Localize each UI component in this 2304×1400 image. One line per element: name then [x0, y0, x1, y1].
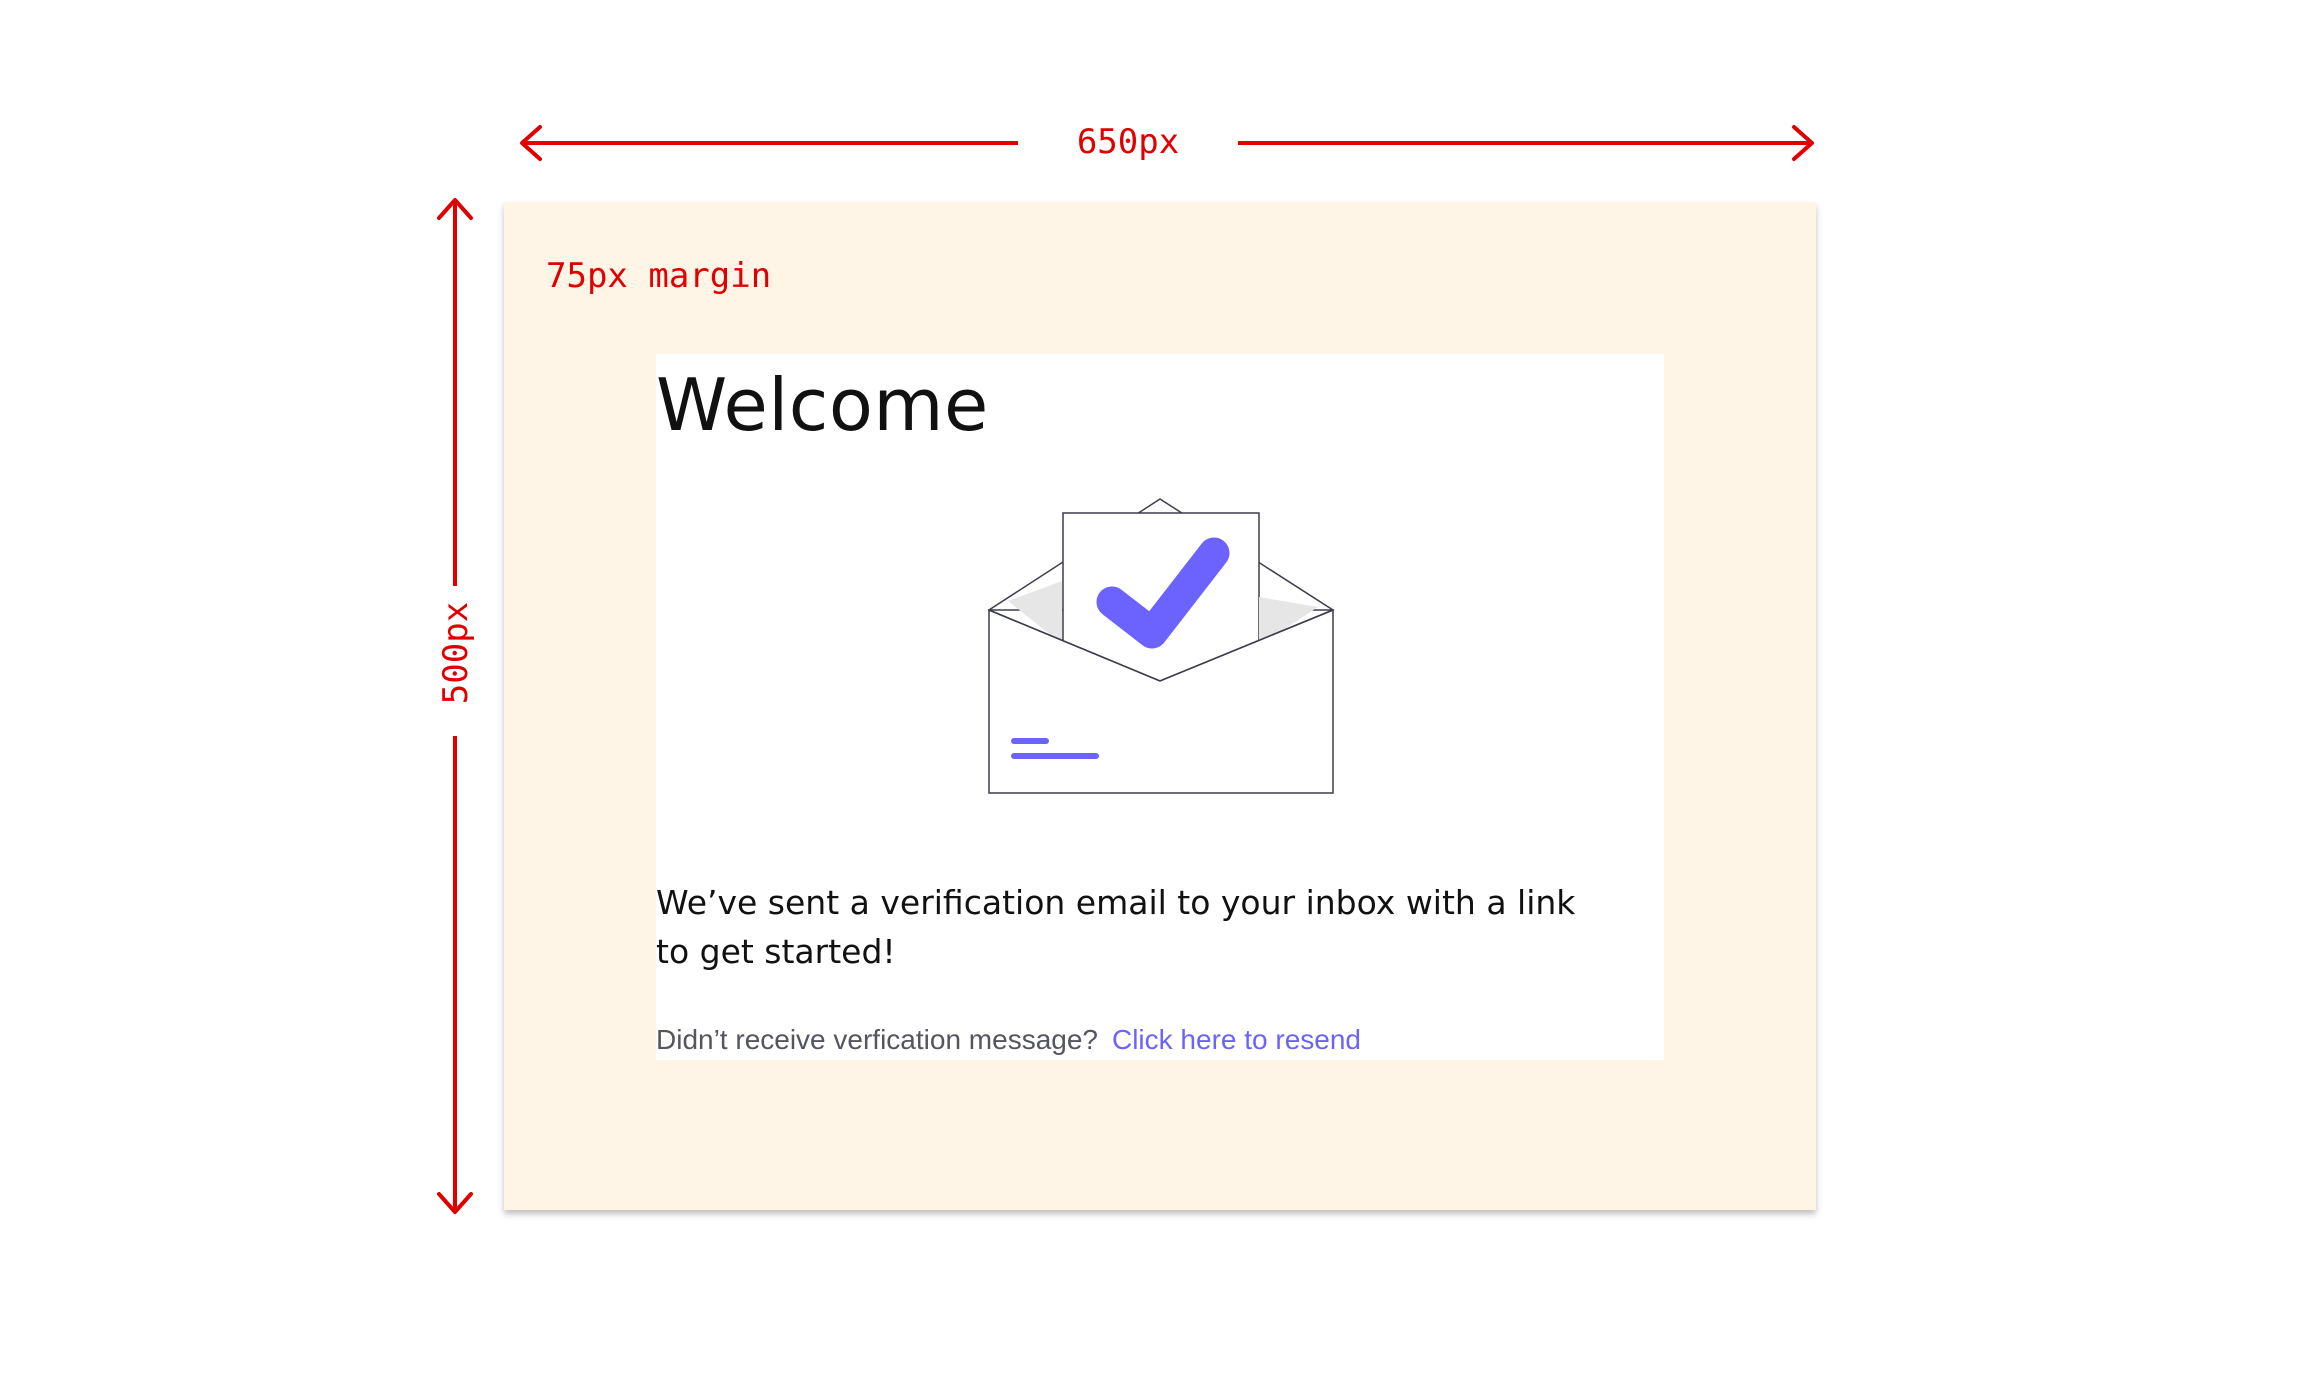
- height-dimension-label: 500px: [430, 593, 482, 713]
- margin-annotation-label: 75px margin: [546, 256, 772, 296]
- page-title: Welcome: [656, 363, 989, 447]
- welcome-card: Welcome We’ve sent a verification email …: [656, 354, 1664, 1060]
- envelope-checkmark-icon: [988, 498, 1334, 794]
- canvas: 650px 500px 75px margin Welcome We’ve se…: [0, 0, 2304, 1400]
- resend-prompt-text: Didn’t receive verfication message?: [656, 1024, 1098, 1055]
- resend-row: Didn’t receive verfication message? Click…: [656, 1022, 1361, 1058]
- verification-message: We’ve sent a verification email to your …: [656, 883, 1576, 971]
- resend-link[interactable]: Click here to resend: [1112, 1024, 1361, 1055]
- width-dimension-label: 650px: [1018, 116, 1238, 168]
- page-frame: 75px margin Welcome We’ve sent a verific: [504, 202, 1816, 1210]
